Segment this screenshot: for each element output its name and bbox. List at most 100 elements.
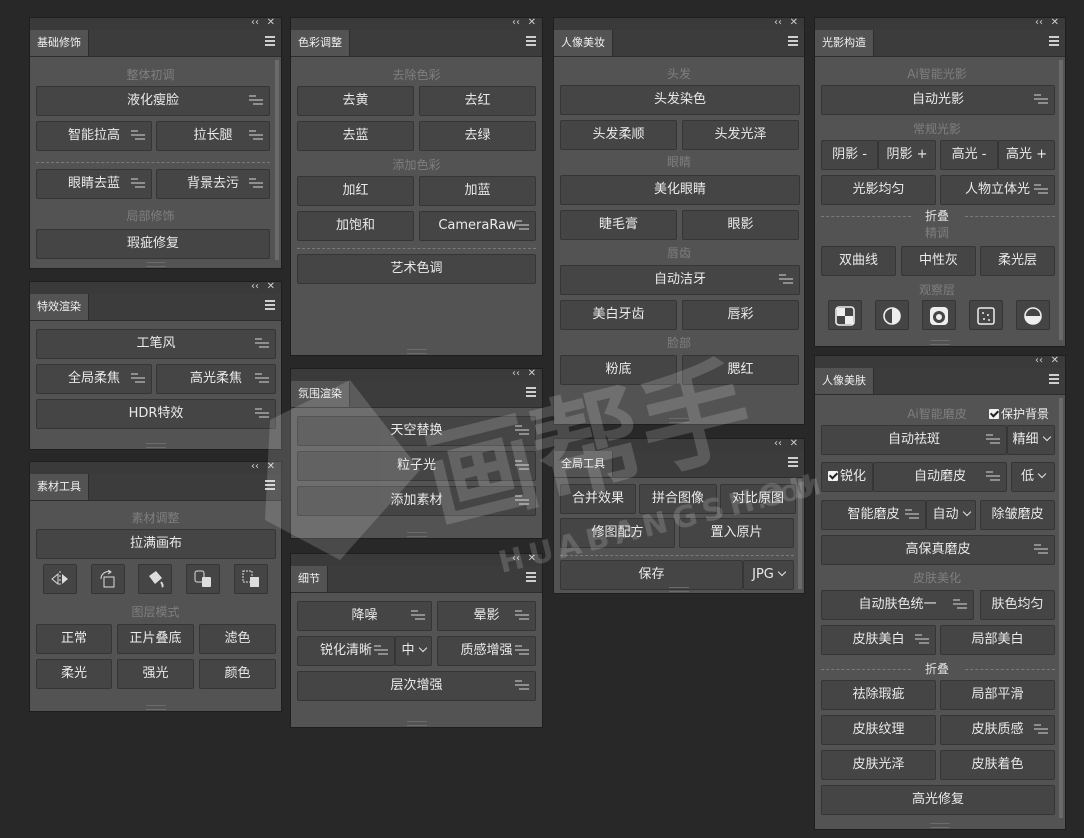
- options-icon[interactable]: [1034, 184, 1048, 196]
- save-button[interactable]: 保存: [560, 560, 743, 590]
- hdr-effect-button[interactable]: HDR特效: [36, 399, 276, 429]
- texture-enhance-button[interactable]: 质感增强: [437, 636, 536, 666]
- eyeshadow-button[interactable]: 眼影: [682, 210, 799, 240]
- close-icon[interactable]: ✕: [1051, 16, 1059, 30]
- collapse-icon[interactable]: ‹‹: [1035, 16, 1043, 30]
- remove-red-button[interactable]: 去红: [419, 86, 536, 116]
- spot-precision-select[interactable]: 精细: [1007, 425, 1055, 455]
- soft-light-layer-button[interactable]: 柔光层: [980, 246, 1055, 276]
- local-smooth-button[interactable]: 局部平滑: [940, 680, 1055, 710]
- remove-green-button[interactable]: 去绿: [419, 121, 536, 151]
- merge-effects-button[interactable]: 合并效果: [560, 484, 636, 514]
- format-select[interactable]: JPG: [743, 560, 794, 590]
- scrollbar[interactable]: [1059, 398, 1063, 818]
- scrollbar[interactable]: [798, 479, 802, 589]
- options-icon[interactable]: [131, 178, 145, 190]
- blend-color-button[interactable]: 颜色: [199, 659, 276, 689]
- tab-detail[interactable]: 细节: [291, 566, 328, 592]
- resize-grip[interactable]: [145, 262, 166, 267]
- auto-skin-smooth-button[interactable]: 自动磨皮: [873, 462, 1007, 492]
- close-icon[interactable]: ✕: [267, 460, 275, 474]
- options-icon[interactable]: [249, 178, 263, 190]
- options-icon[interactable]: [953, 599, 967, 611]
- resize-grip[interactable]: [145, 443, 166, 448]
- blend-softlight-button[interactable]: 柔光: [36, 659, 112, 689]
- resize-grip[interactable]: [930, 823, 950, 828]
- sharpen-clear-button[interactable]: 锐化清晰: [297, 636, 395, 666]
- hair-dye-button[interactable]: 头发染色: [560, 85, 800, 115]
- add-saturation-button[interactable]: 加饱和: [297, 211, 414, 241]
- smart-heighten-button[interactable]: 智能拉高: [36, 121, 152, 151]
- resize-grip[interactable]: [145, 705, 166, 710]
- scrollbar[interactable]: [275, 60, 279, 260]
- camera-raw-button[interactable]: CameraRaw: [419, 211, 536, 241]
- blend-normal-button[interactable]: 正常: [36, 624, 112, 654]
- options-icon[interactable]: [515, 460, 529, 472]
- options-icon[interactable]: [1034, 724, 1048, 736]
- collapse-icon[interactable]: ‹‹: [251, 280, 259, 294]
- highlight-minus-button[interactable]: 高光 -: [940, 140, 998, 170]
- art-tone-button[interactable]: 艺术色调: [297, 254, 536, 284]
- panel-menu-icon[interactable]: [788, 36, 798, 48]
- collapse-icon[interactable]: ‹‹: [512, 367, 520, 381]
- resize-grip[interactable]: [669, 587, 689, 592]
- close-icon[interactable]: ✕: [528, 16, 536, 30]
- panel-menu-icon[interactable]: [265, 36, 275, 48]
- blend-multiply-button[interactable]: 正片叠底: [117, 624, 194, 654]
- collapse-icon[interactable]: ‹‹: [512, 16, 520, 30]
- close-icon[interactable]: ✕: [267, 280, 275, 294]
- tab-portrait-skin[interactable]: 人像美肤: [815, 368, 874, 394]
- options-icon[interactable]: [1034, 94, 1048, 106]
- skin-tone-even-button[interactable]: 肤色均匀: [980, 590, 1055, 620]
- options-icon[interactable]: [411, 610, 425, 622]
- resize-grip[interactable]: [406, 349, 427, 354]
- auto-teeth-clean-button[interactable]: 自动洁牙: [560, 265, 800, 295]
- hair-gloss-button[interactable]: 头发光泽: [682, 120, 799, 150]
- skin-tint-button[interactable]: 皮肤着色: [940, 750, 1055, 780]
- options-icon[interactable]: [515, 220, 529, 232]
- smart-skin-smooth-button[interactable]: 智能磨皮: [821, 500, 926, 530]
- options-icon[interactable]: [515, 495, 529, 507]
- particle-light-button[interactable]: 粒子光: [297, 451, 536, 481]
- options-icon[interactable]: [255, 408, 269, 420]
- smart-mode-select[interactable]: 自动: [926, 500, 976, 530]
- options-icon[interactable]: [1034, 544, 1048, 556]
- options-icon[interactable]: [905, 509, 919, 521]
- eye-blue-remove-button[interactable]: 眼睛去蓝: [36, 169, 152, 199]
- highlight-soft-focus-button[interactable]: 高光柔焦: [156, 364, 276, 394]
- sky-replace-button[interactable]: 天空替换: [297, 416, 536, 446]
- tab-ambience-render[interactable]: 氛围渲染: [291, 381, 350, 407]
- options-icon[interactable]: [374, 645, 388, 657]
- local-whiten-button[interactable]: 局部美白: [940, 625, 1055, 655]
- highlight-plus-button[interactable]: 高光 +: [998, 140, 1055, 170]
- skin-feel-button[interactable]: 皮肤质感: [940, 715, 1055, 745]
- blush-button[interactable]: 腮红: [682, 355, 799, 385]
- panel-menu-icon[interactable]: [788, 457, 798, 469]
- portrait-3d-light-button[interactable]: 人物立体光: [940, 175, 1055, 205]
- close-icon[interactable]: ✕: [790, 16, 798, 30]
- remove-blemish-button[interactable]: 祛除瑕疵: [821, 680, 936, 710]
- hair-smooth-button[interactable]: 头发柔顺: [560, 120, 677, 150]
- neutral-gray-button[interactable]: 中性灰: [901, 246, 976, 276]
- options-icon[interactable]: [915, 634, 929, 646]
- options-icon[interactable]: [515, 645, 529, 657]
- sharpen-checkbox[interactable]: 锐化: [821, 462, 873, 492]
- flatten-image-button[interactable]: 拼合图像: [639, 484, 717, 514]
- blemish-repair-button[interactable]: 瑕疵修复: [36, 229, 270, 259]
- options-icon[interactable]: [515, 610, 529, 622]
- tab-basic-retouch[interactable]: 基础修饰: [30, 30, 89, 56]
- place-original-button[interactable]: 置入原片: [679, 518, 794, 548]
- panel-menu-icon[interactable]: [526, 572, 536, 584]
- observe-checker-button[interactable]: [828, 300, 862, 330]
- panel-menu-icon[interactable]: [1049, 36, 1059, 48]
- options-icon[interactable]: [131, 373, 145, 385]
- observe-contrast-button[interactable]: [875, 300, 909, 330]
- vignette-button[interactable]: 晕影: [437, 601, 536, 631]
- smooth-strength-select[interactable]: 低: [1011, 462, 1055, 492]
- wrinkle-smooth-button[interactable]: 除皱磨皮: [980, 500, 1055, 530]
- sharpen-level-select[interactable]: 中: [395, 636, 432, 666]
- options-icon[interactable]: [249, 130, 263, 142]
- protect-background-checkbox[interactable]: 保护背景: [989, 407, 1049, 421]
- background-clean-button[interactable]: 背景去污: [156, 169, 270, 199]
- options-icon[interactable]: [515, 425, 529, 437]
